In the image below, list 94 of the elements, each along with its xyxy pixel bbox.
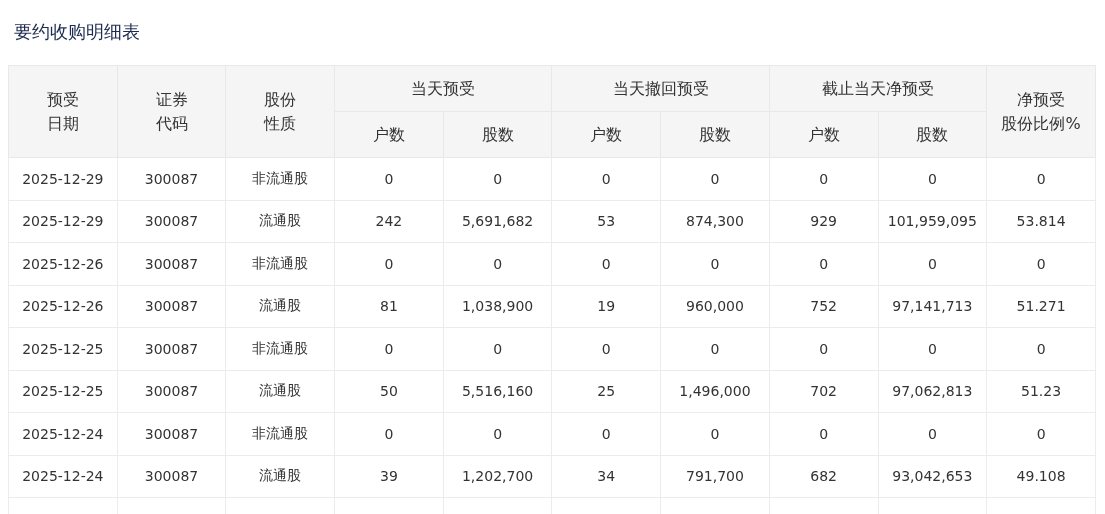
table-cell: 53.814 <box>986 200 1096 243</box>
table-cell: 300087 <box>117 157 226 200</box>
table-cell: 0 <box>551 327 661 370</box>
table-cell: 702 <box>769 370 878 413</box>
table-cell: 流通股 <box>225 285 335 328</box>
table-cell: 81 <box>334 285 444 328</box>
table-cell: 2025-12-24 <box>8 412 118 455</box>
table-cell: 682 <box>769 455 878 498</box>
column-header: 股数 <box>660 111 770 158</box>
table-cell: 1,202,700 <box>443 455 552 498</box>
table-cell: 300087 <box>117 327 226 370</box>
table-cell: 2025-12-24 <box>8 455 118 498</box>
table-cell: 流通股 <box>225 370 335 413</box>
table-cell: 流通股 <box>225 200 335 243</box>
table-cell: 0 <box>334 412 444 455</box>
table-cell: 93,042,653 <box>878 455 987 498</box>
table-cell: 101,959,095 <box>878 200 987 243</box>
table-cell: 50 <box>334 370 444 413</box>
table-cell: 0 <box>986 157 1096 200</box>
table-cell: 0 <box>878 327 987 370</box>
column-header: 截止当天净预受 <box>769 65 987 112</box>
table-cell: 34 <box>551 455 661 498</box>
table-cell: 0 <box>769 157 878 200</box>
table-cell: 39 <box>334 455 444 498</box>
table-cell: 51.23 <box>986 370 1096 413</box>
column-header: 证券 代码 <box>117 65 226 158</box>
column-header: 户数 <box>334 111 444 158</box>
table-cell: 0 <box>660 327 770 370</box>
table-cell: 300087 <box>117 455 226 498</box>
table-cell: 非流通股 <box>225 327 335 370</box>
table-cell: 1,038,900 <box>443 285 552 328</box>
table-cell: 300087 <box>117 242 226 285</box>
table-cell: 97,062,813 <box>878 370 987 413</box>
table-cell: 0 <box>769 242 878 285</box>
table-cell: 0 <box>334 327 444 370</box>
table-cell: 0 <box>660 157 770 200</box>
column-header: 户数 <box>551 111 661 158</box>
table-cell: 5,516,160 <box>443 370 552 413</box>
table-cell: 2025-12-29 <box>8 157 118 200</box>
table-cell: 53 <box>551 200 661 243</box>
column-header: 当天撤回预受 <box>551 65 770 112</box>
table-cell: 97,141,713 <box>878 285 987 328</box>
table-cell: 791,700 <box>660 455 770 498</box>
table-cell: 929 <box>769 200 878 243</box>
table-cell: 0 <box>551 412 661 455</box>
table-cell: 960,000 <box>660 285 770 328</box>
table-cell: 0 <box>443 412 552 455</box>
table-cell: 0 <box>551 157 661 200</box>
table-cell: 300087 <box>117 370 226 413</box>
table-cell: 2025-12-25 <box>8 370 118 413</box>
table-cell: 非流通股 <box>225 412 335 455</box>
page-title: 要约收购明细表 <box>13 20 141 44</box>
table-cell: 0 <box>660 242 770 285</box>
table-cell: 300087 <box>117 412 226 455</box>
table-cell: 752 <box>769 285 878 328</box>
table-cell: 25 <box>551 370 661 413</box>
table-cell: 0 <box>986 242 1096 285</box>
table-cell: 1,496,000 <box>660 370 770 413</box>
column-header: 当天预受 <box>334 65 552 112</box>
column-header: 股数 <box>443 111 552 158</box>
table-cell: 49.108 <box>986 455 1096 498</box>
table-cell: 19 <box>551 285 661 328</box>
table-cell: 0 <box>878 157 987 200</box>
table-cell: 0 <box>986 412 1096 455</box>
table-cell: 0 <box>443 157 552 200</box>
table-cell: 0 <box>334 157 444 200</box>
column-header: 净预受 股份比例% <box>986 65 1096 158</box>
table-cell: 0 <box>551 242 661 285</box>
column-header: 户数 <box>769 111 878 158</box>
column-header: 股数 <box>878 111 987 158</box>
table-cell: 2025-12-25 <box>8 327 118 370</box>
table-cell: 0 <box>769 412 878 455</box>
table-cell: 0 <box>986 327 1096 370</box>
table-cell: 51.271 <box>986 285 1096 328</box>
table-cell: 0 <box>443 327 552 370</box>
table-cell: 2025-12-26 <box>8 242 118 285</box>
table-cell: 0 <box>878 412 987 455</box>
table-cell: 非流通股 <box>225 157 335 200</box>
table-cell: 0 <box>334 242 444 285</box>
column-header: 预受 日期 <box>8 65 118 158</box>
table-cell: 5,691,682 <box>443 200 552 243</box>
table-cell: 2025-12-29 <box>8 200 118 243</box>
column-header: 股份 性质 <box>225 65 335 158</box>
table-cell: 2025-12-26 <box>8 285 118 328</box>
table-cell: 非流通股 <box>225 242 335 285</box>
table-cell: 流通股 <box>225 455 335 498</box>
table-cell: 300087 <box>117 200 226 243</box>
table-cell: 0 <box>769 327 878 370</box>
table-cell: 0 <box>878 242 987 285</box>
table-cell: 242 <box>334 200 444 243</box>
table-cell: 0 <box>660 412 770 455</box>
table-cell: 300087 <box>117 285 226 328</box>
table-cell: 874,300 <box>660 200 770 243</box>
table-cell: 0 <box>443 242 552 285</box>
